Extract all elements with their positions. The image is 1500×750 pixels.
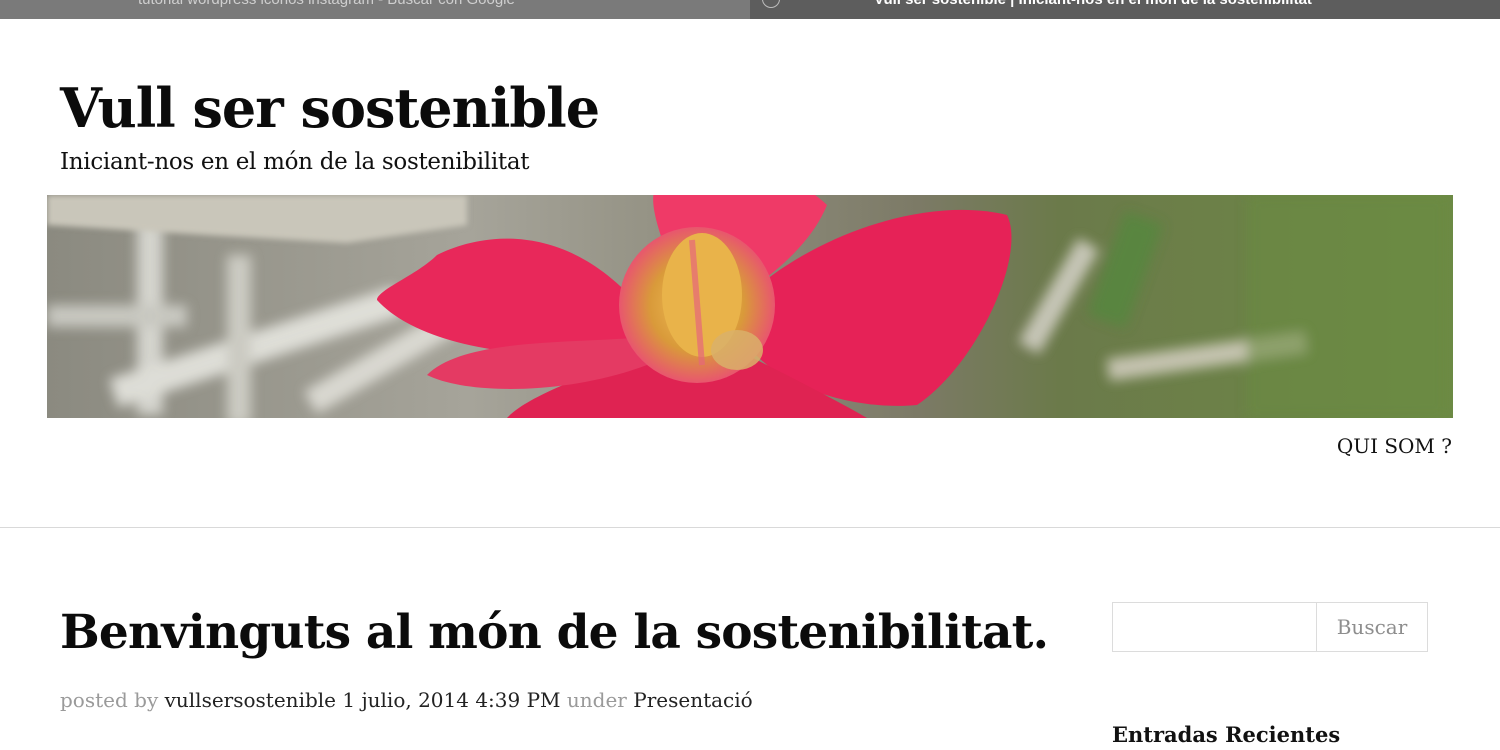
search-input[interactable] (1113, 603, 1317, 651)
header-banner-image (47, 195, 1453, 418)
search-form: Buscar (1112, 602, 1428, 652)
browser-tab-inactive[interactable]: tutorial wordpress iconos instagram - Bu… (0, 0, 750, 19)
post-date-link[interactable]: 1 julio, 2014 4:39 PM (342, 688, 560, 712)
flower-photo (47, 195, 1453, 418)
nav-item-qui-som[interactable]: QUI SOM ? (1337, 434, 1452, 458)
browser-tab-title: tutorial wordpress iconos instagram - Bu… (0, 0, 750, 9)
post-meta: posted by vullsersostenible 1 julio, 201… (60, 688, 753, 712)
post-category-link[interactable]: Presentació (633, 688, 752, 712)
browser-tab-bar: tutorial wordpress iconos instagram - Bu… (0, 0, 1500, 19)
recent-posts-title: Entradas Recientes (1112, 722, 1341, 747)
search-button[interactable]: Buscar (1317, 603, 1427, 651)
under-label: under (566, 688, 627, 712)
browser-tab-title: Vull ser sostenible | Iniciant-nos en el… (750, 0, 1500, 9)
browser-tab-active[interactable]: Vull ser sostenible | Iniciant-nos en el… (750, 0, 1500, 19)
posted-by-label: posted by (60, 688, 159, 712)
post-author-link[interactable]: vullsersostenible (165, 688, 336, 712)
header-divider (0, 527, 1500, 528)
site-title[interactable]: Vull ser sostenible (60, 76, 600, 140)
site-tagline: Iniciant-nos en el món de la sostenibili… (60, 149, 530, 175)
post-title[interactable]: Benvinguts al món de la sostenibilitat. (60, 605, 1049, 660)
